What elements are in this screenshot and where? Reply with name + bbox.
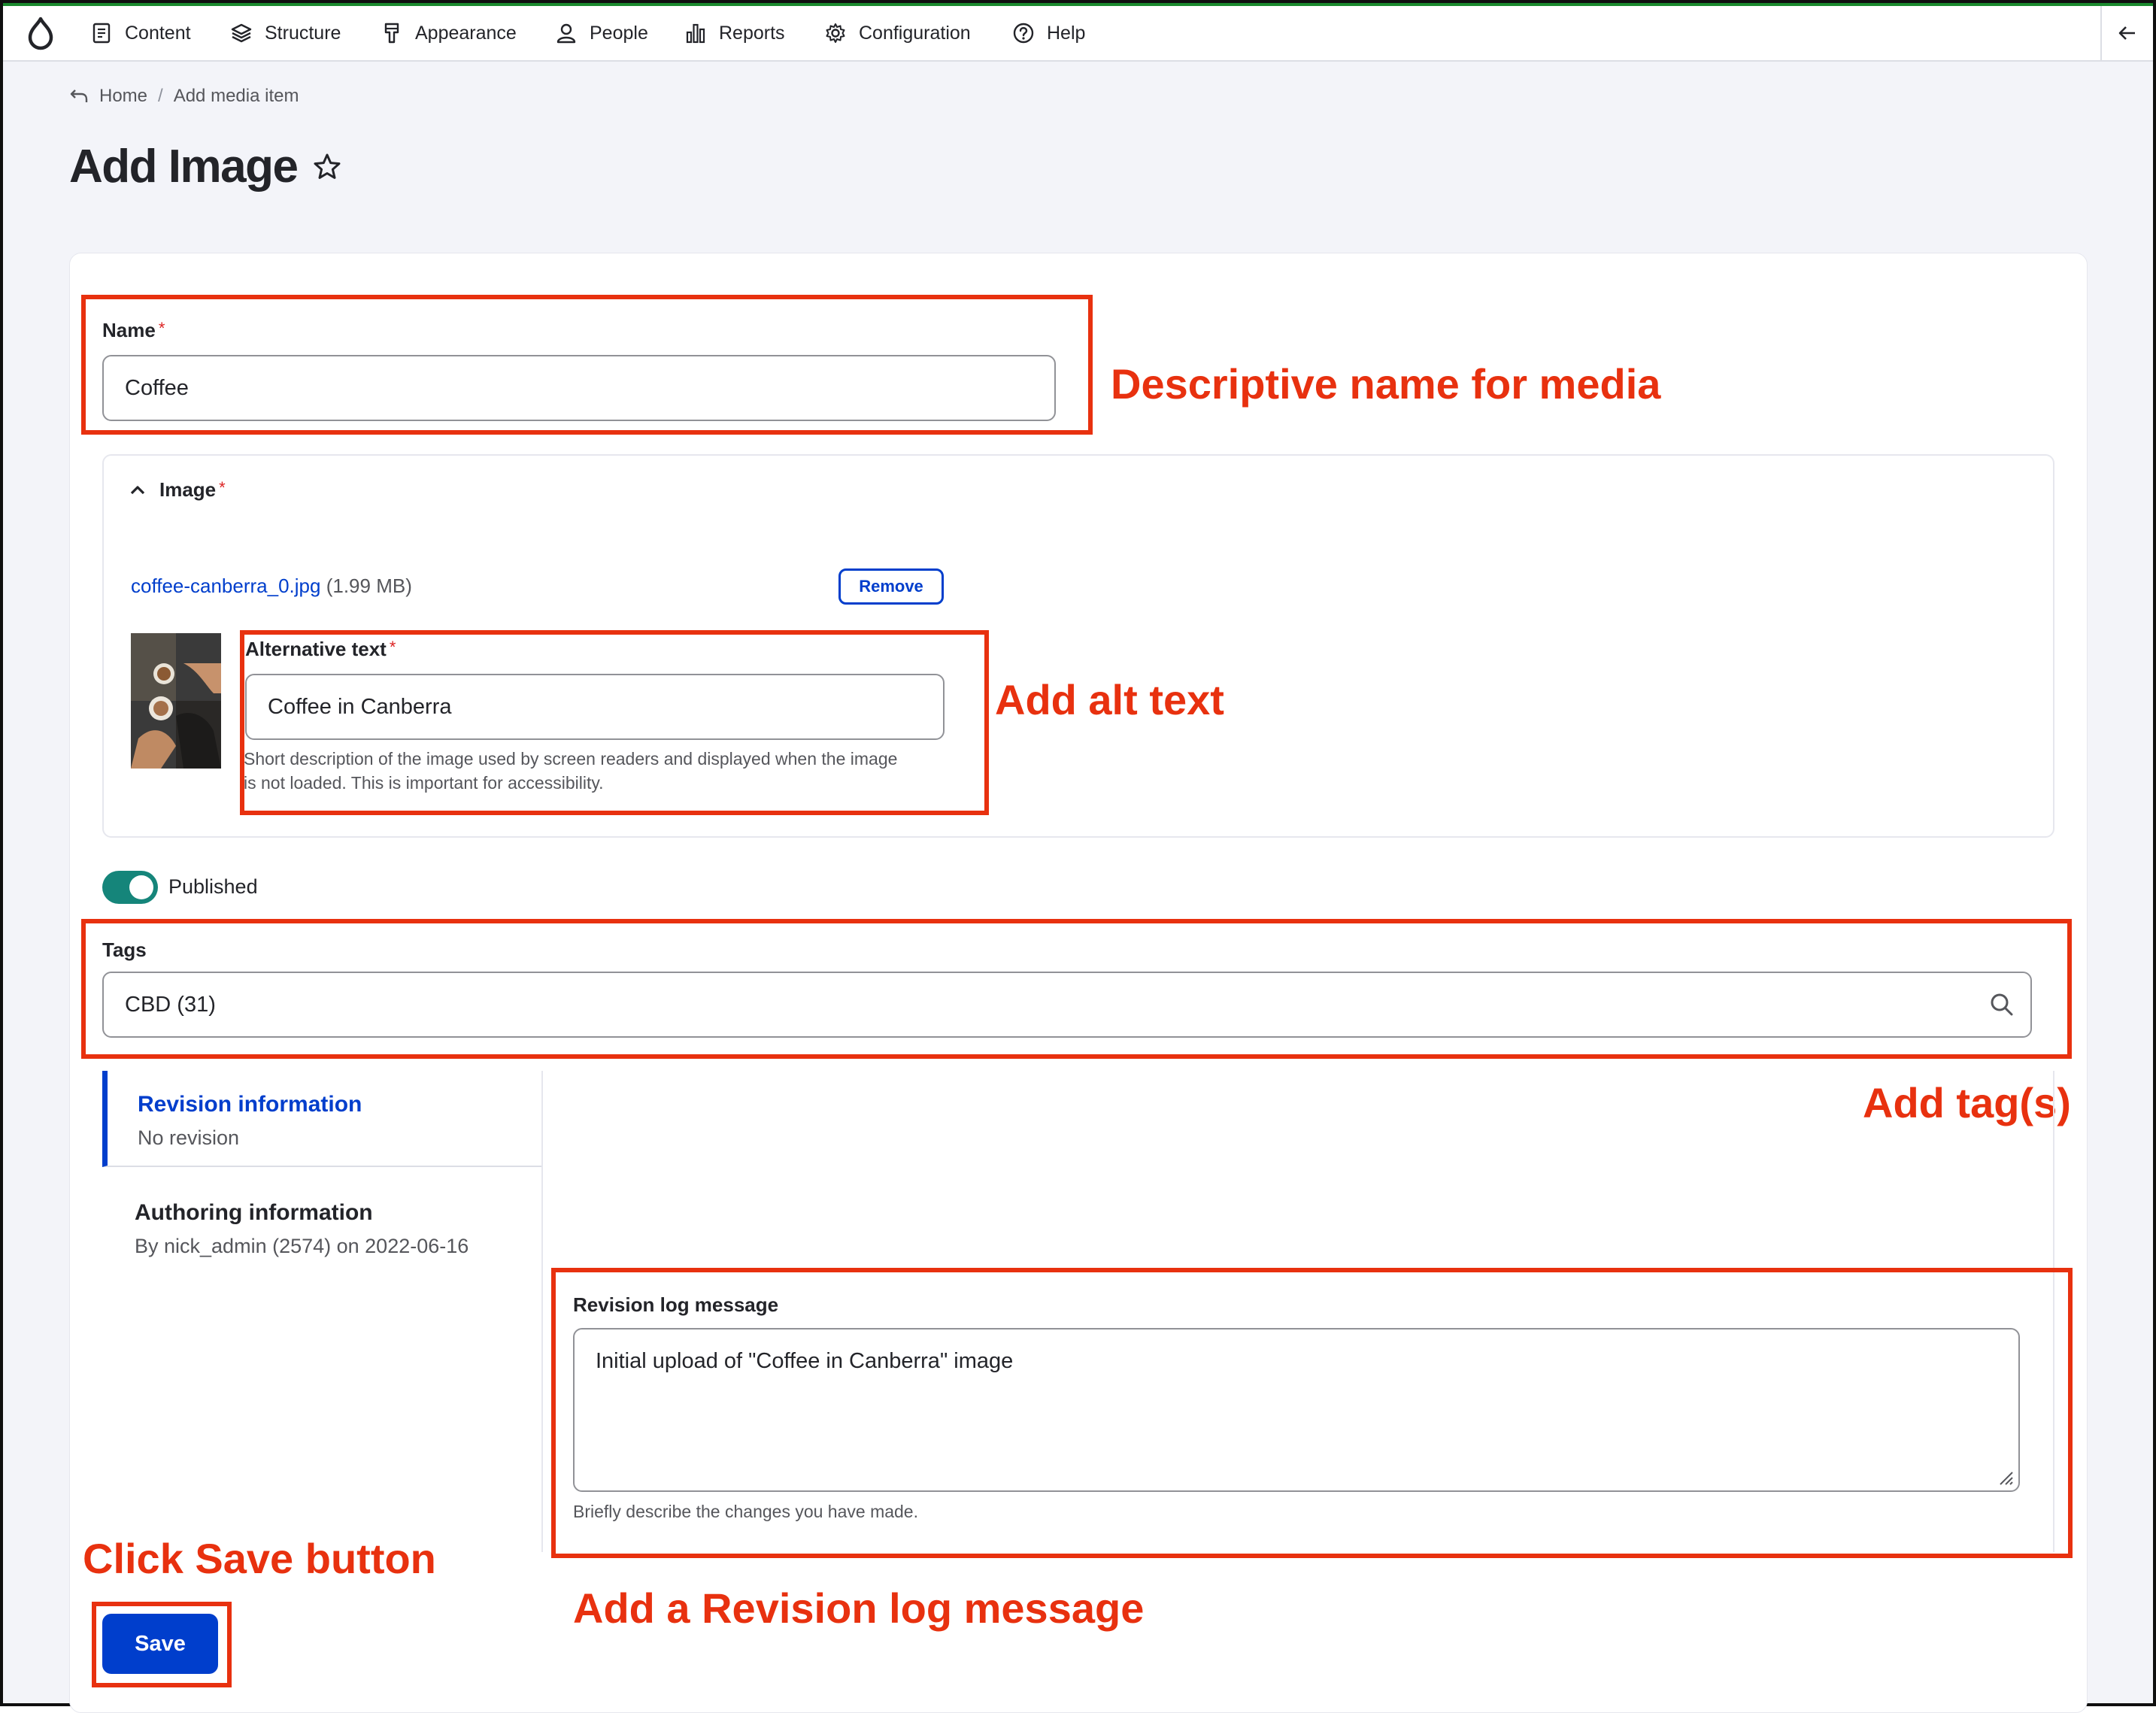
save-highlight-box	[92, 1602, 232, 1687]
breadcrumb-home-label: Home	[99, 86, 148, 106]
tab-authoring-title: Authoring information	[135, 1200, 373, 1225]
nav-reports[interactable]: Reports	[684, 6, 785, 60]
person-icon	[556, 23, 576, 44]
uploaded-file-info: coffee-canberra_0.jpg (1.99 MB)	[131, 575, 412, 598]
chevron-up-icon	[130, 485, 145, 494]
breadcrumb-current: Add media item	[173, 86, 299, 106]
nav-people-label: People	[590, 22, 648, 44]
page-title-row: Add Image	[69, 140, 342, 193]
breadcrumb-separator: /	[158, 86, 163, 106]
arrow-left-icon	[2118, 26, 2135, 40]
image-label: Image	[159, 478, 217, 501]
help-icon	[1013, 23, 1034, 44]
nav-appearance-label: Appearance	[415, 22, 517, 44]
save-annotation: Click Save button	[83, 1535, 436, 1582]
back-arrow-icon	[70, 89, 88, 102]
published-toggle[interactable]	[102, 871, 158, 904]
bar-chart-icon	[686, 23, 705, 44]
nav-reports-label: Reports	[719, 22, 785, 44]
uploaded-file-link[interactable]: coffee-canberra_0.jpg	[131, 575, 320, 597]
toggle-knob	[129, 875, 153, 899]
image-thumbnail	[131, 633, 221, 769]
document-icon	[92, 23, 111, 44]
tab-authoring-summary: By nick_admin (2574) on 2022-06-16	[135, 1235, 469, 1257]
tab-revision-title: Revision information	[138, 1092, 362, 1117]
image-section-toggle[interactable]: Image *	[128, 478, 226, 502]
revision-log-highlight-box	[551, 1268, 2073, 1558]
star-icon[interactable]	[312, 152, 342, 182]
tags-highlight-box	[81, 919, 2072, 1059]
tab-revision-information[interactable]: Revision information No revision	[102, 1071, 541, 1167]
nav-help[interactable]: Help	[1012, 6, 1085, 60]
nav-help-label: Help	[1047, 22, 1086, 44]
published-label: Published	[168, 875, 258, 898]
nav-content[interactable]: Content	[90, 6, 191, 60]
name-annotation: Descriptive name for media	[1111, 360, 1661, 408]
required-marker: *	[219, 478, 226, 497]
layers-icon	[231, 23, 252, 43]
collapse-toolbar-button[interactable]	[2100, 6, 2153, 60]
breadcrumb: Home / Add media item	[69, 86, 299, 107]
remove-button[interactable]: Remove	[838, 568, 944, 605]
admin-toolbar: Content Structure Appearance People Repo…	[3, 6, 2153, 62]
nav-content-label: Content	[125, 22, 191, 44]
nav-appearance[interactable]: Appearance	[381, 6, 517, 60]
gear-icon	[826, 23, 845, 43]
tab-revision-summary: No revision	[138, 1126, 240, 1149]
breadcrumb-home[interactable]: Home	[69, 86, 147, 107]
nav-configuration[interactable]: Configuration	[824, 6, 971, 60]
revision-log-annotation: Add a Revision log message	[573, 1584, 1145, 1632]
nav-configuration-label: Configuration	[859, 22, 971, 44]
name-highlight-box	[81, 295, 1093, 435]
nav-structure[interactable]: Structure	[230, 6, 341, 60]
drupal-logo-icon[interactable]	[23, 16, 59, 52]
page-title: Add Image	[69, 141, 299, 193]
alt-text-highlight-box	[240, 630, 989, 815]
alt-text-annotation: Add alt text	[995, 676, 1224, 723]
nav-people[interactable]: People	[555, 6, 648, 60]
paint-brush-icon	[384, 23, 399, 44]
nav-structure-label: Structure	[265, 22, 341, 44]
uploaded-file-size: (1.99 MB)	[326, 575, 412, 597]
tab-authoring-information[interactable]: Authoring information By nick_admin (257…	[102, 1167, 541, 1265]
